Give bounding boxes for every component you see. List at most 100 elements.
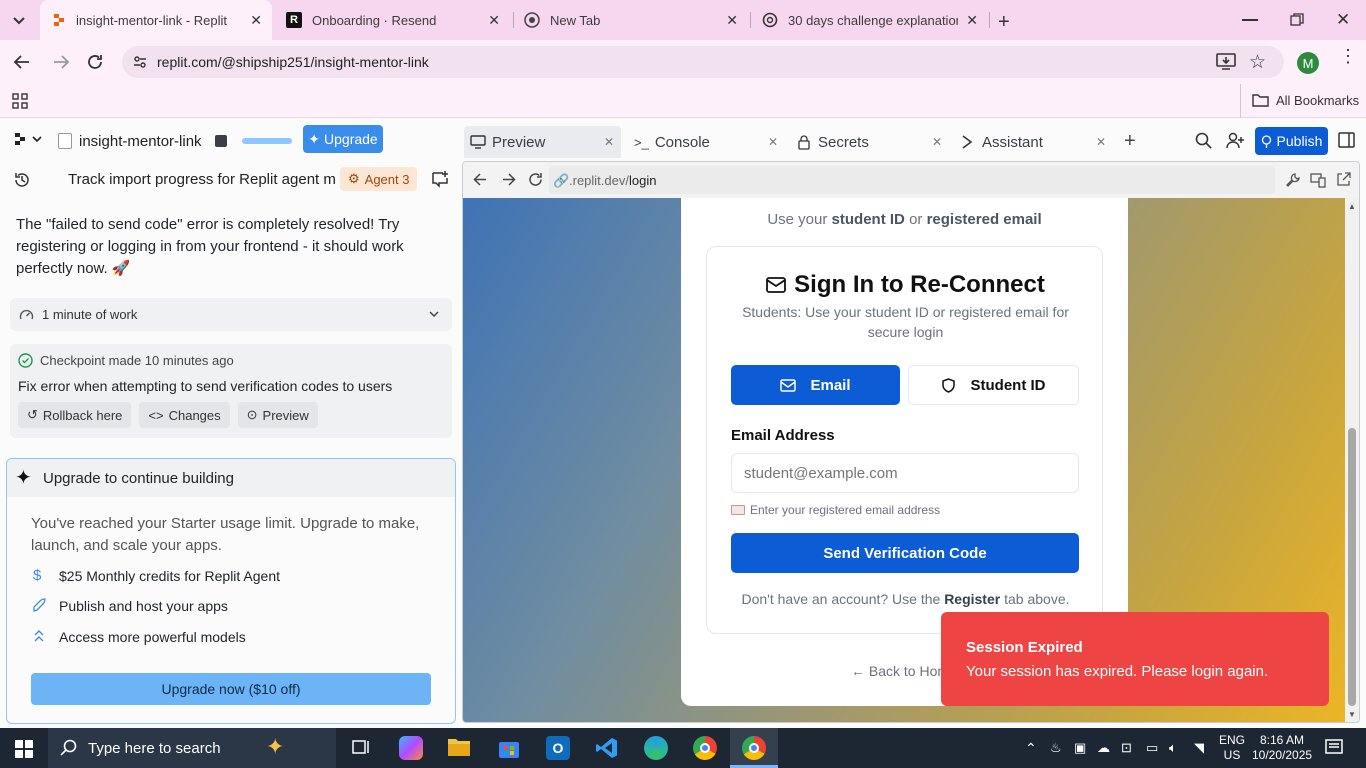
search-icon[interactable] [1195, 132, 1212, 149]
email-tab-button[interactable]: Email [731, 365, 900, 405]
openai-favicon-icon [762, 12, 778, 28]
restore-icon[interactable] [1290, 13, 1304, 27]
tab-secrets[interactable]: Secrets ✕ [798, 128, 946, 156]
notification-icon[interactable] [1325, 739, 1343, 757]
taskbar-search[interactable]: Type here to search ✦ [48, 728, 336, 768]
email-input[interactable] [731, 453, 1079, 493]
folder-icon [1252, 93, 1269, 107]
devtools-icon[interactable] [1285, 172, 1301, 188]
clock[interactable]: 8:16 AM 10/20/2025 [1252, 733, 1312, 763]
history-icon[interactable] [13, 171, 31, 189]
project-name[interactable]: insight-mentor-link [79, 133, 202, 150]
tab-close-icon[interactable]: ✕ [966, 12, 978, 29]
tab-close-icon[interactable]: ✕ [726, 12, 738, 29]
feature-item: $25 Monthly credits for Replit Agent [59, 568, 281, 584]
tab-close-icon[interactable]: ✕ [250, 12, 262, 29]
tray-meet-icon[interactable]: ▣ [1074, 740, 1086, 756]
browser-menu-icon[interactable]: ⋮ [1339, 47, 1357, 65]
bookmark-star-icon[interactable]: ☆ [1249, 51, 1266, 74]
omnibox[interactable]: replit.com/@shipship251/insight-mentor-l… [122, 46, 1284, 78]
tray-chevron-icon[interactable]: ⌃ [1025, 740, 1037, 757]
sparkle-icon: ✦ [308, 130, 321, 147]
tab-close-icon[interactable]: ✕ [604, 135, 614, 149]
stop-icon[interactable] [215, 135, 227, 147]
copilot-icon[interactable] [399, 736, 423, 760]
all-bookmarks-link[interactable]: All Bookmarks [1276, 93, 1359, 108]
preview-reload-icon[interactable] [527, 171, 544, 188]
upgrade-card-description: You've reached your Starter usage limit.… [31, 515, 420, 554]
wifi-icon[interactable]: ◥ [1194, 740, 1204, 756]
chevron-down-icon [428, 308, 440, 320]
tab-assistant[interactable]: Assistant ✕ [960, 128, 1108, 156]
work-summary[interactable]: 1 minute of work [10, 298, 452, 331]
window-close-icon[interactable]: ✕ [1336, 10, 1350, 30]
install-app-icon[interactable] [1216, 53, 1236, 71]
device-icon[interactable] [1310, 172, 1326, 188]
tab-close-icon[interactable]: ✕ [768, 135, 778, 149]
store-icon[interactable] [497, 736, 521, 760]
profile-avatar[interactable]: M [1297, 52, 1319, 74]
preview-forward-icon[interactable] [501, 172, 516, 187]
task-view-icon[interactable] [350, 736, 374, 760]
language-indicator[interactable]: ENG US [1219, 733, 1245, 763]
outlook-icon[interactable]: O [546, 736, 570, 760]
tab-console[interactable]: >_ Console ✕ [634, 128, 782, 156]
monitor-icon [470, 135, 486, 149]
add-tab-icon[interactable]: + [1124, 130, 1136, 153]
feature-item: Publish and host your apps [59, 598, 228, 614]
reload-icon[interactable] [86, 53, 104, 71]
preview-url-field[interactable]: 🔗 .replit.dev/login [549, 166, 1275, 194]
scroll-down-icon[interactable]: ▼ [1348, 710, 1356, 719]
upgrade-button[interactable]: ✦ Upgrade [303, 125, 383, 153]
vscode-icon[interactable] [595, 736, 619, 760]
edge-icon[interactable] [644, 736, 668, 760]
windows-start-icon[interactable] [15, 740, 33, 758]
preview-scrollbar[interactable]: ▲ ▼ [1345, 198, 1359, 722]
file-explorer-icon[interactable] [447, 736, 471, 760]
new-chat-icon[interactable] [431, 170, 449, 188]
preview-button[interactable]: ⊙ Preview [237, 402, 318, 428]
code-icon: <> [148, 407, 164, 423]
tray-cast-icon[interactable]: ⊡ [1121, 740, 1132, 756]
rollback-button[interactable]: ↺ Rollback here [18, 402, 132, 428]
session-expired-toast[interactable]: Session Expired Your session has expired… [941, 612, 1329, 706]
tab-close-icon[interactable]: ✕ [932, 135, 942, 149]
publish-button[interactable]: Publish [1255, 127, 1328, 155]
tab-replit[interactable]: insight-mentor-link - Replit ✕ [40, 0, 272, 40]
replit-logo-menu[interactable] [14, 132, 44, 146]
register-link[interactable]: Register [944, 591, 1000, 607]
onedrive-icon[interactable]: ☁ [1097, 740, 1110, 756]
preview-back-icon[interactable] [473, 172, 488, 187]
thread-title[interactable]: Track import progress for Replit agent m… [68, 171, 336, 188]
tab-search-icon[interactable] [10, 12, 28, 28]
url-text[interactable]: replit.com/@shipship251/insight-mentor-l… [157, 54, 429, 70]
open-new-tab-icon[interactable] [1336, 172, 1351, 187]
site-info-icon[interactable] [132, 54, 148, 70]
changes-button[interactable]: <> Changes [139, 402, 230, 428]
new-tab-icon[interactable]: + [998, 11, 1010, 34]
tray-app-icon[interactable]: ♨ [1050, 740, 1062, 756]
chrome-profile-k-icon[interactable] [693, 736, 717, 760]
tab-chatgpt[interactable]: 30 days challenge explanation ✕ [750, 0, 988, 40]
tab-resend[interactable]: R Onboarding · Resend ✕ [274, 0, 510, 40]
send-code-button[interactable]: Send Verification Code [731, 533, 1079, 573]
apps-grid-icon[interactable] [12, 93, 28, 109]
back-icon[interactable] [13, 53, 31, 71]
battery-icon[interactable]: ▭ [1146, 740, 1158, 756]
minimize-icon[interactable] [1242, 19, 1258, 21]
forward-icon[interactable] [52, 53, 70, 71]
scroll-thumb[interactable] [1348, 428, 1356, 706]
chrome-profile-m-icon[interactable] [742, 736, 766, 760]
progress-indicator [242, 138, 292, 144]
tab-new-tab[interactable]: New Tab ✕ [512, 0, 748, 40]
tab-close-icon[interactable]: ✕ [1096, 135, 1106, 149]
volume-icon[interactable]: 🔈︎ [1169, 740, 1177, 756]
scroll-up-icon[interactable]: ▲ [1348, 202, 1356, 211]
tab-preview[interactable]: Preview ✕ [470, 128, 618, 156]
chevrons-up-icon [33, 629, 45, 643]
invite-user-icon[interactable] [1226, 132, 1244, 149]
upgrade-now-button[interactable]: Upgrade now ($10 off) [31, 673, 431, 705]
student-id-tab-button[interactable]: Student ID [908, 365, 1079, 405]
tab-close-icon[interactable]: ✕ [488, 12, 500, 29]
sidebar-toggle-icon[interactable] [1338, 132, 1355, 148]
